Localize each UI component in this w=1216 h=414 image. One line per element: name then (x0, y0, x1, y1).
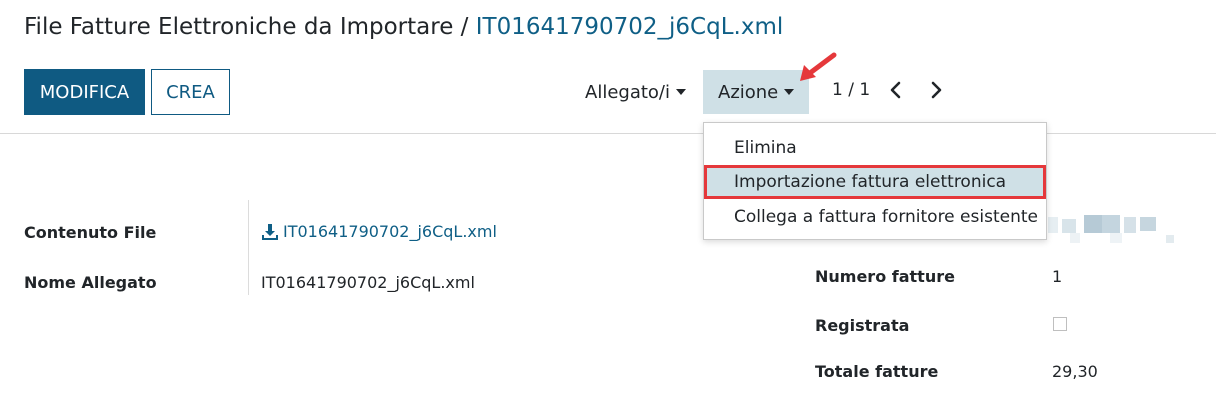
action-menu: Elimina Importazione fattura elettronica… (703, 122, 1047, 240)
edit-button[interactable]: MODIFICA (24, 69, 145, 115)
file-download-link[interactable]: IT01641790702_j6CqL.xml (261, 222, 497, 241)
attachments-label: Allegato/i (585, 81, 670, 103)
menu-item-delete[interactable]: Elimina (704, 131, 1046, 165)
registered-checkbox[interactable] (1053, 317, 1067, 331)
file-content-label: Contenuto File (24, 223, 157, 242)
invoice-count-value: 1 (1052, 267, 1063, 286)
attachment-name-value: IT01641790702_j6CqL.xml (261, 273, 475, 292)
attachment-name-label: Nome Allegato (24, 273, 157, 292)
download-icon (262, 223, 278, 240)
pointer-arrow-icon (800, 52, 837, 81)
pager-value[interactable]: 1 / 1 (832, 80, 870, 100)
caret-down-icon (784, 89, 795, 95)
caret-down-icon (675, 89, 686, 95)
invoice-total-label: Totale fatture (815, 362, 939, 381)
breadcrumb-parent[interactable]: File Fatture Elettroniche da Importare (24, 14, 453, 40)
breadcrumb-current: IT01641790702_j6CqL.xml (475, 14, 784, 40)
registered-label: Registrata (815, 316, 910, 335)
action-dropdown[interactable]: Azione (703, 70, 809, 114)
chevron-left-icon[interactable] (884, 78, 908, 102)
file-download-name: IT01641790702_j6CqL.xml (283, 222, 497, 241)
breadcrumb: File Fatture Elettroniche da Importare /… (24, 14, 783, 40)
create-button[interactable]: CREA (151, 69, 230, 115)
menu-item-link-supplier-invoice[interactable]: Collega a fattura fornitore esistente (704, 200, 1046, 234)
invoice-total-value: 29,30 (1052, 362, 1098, 381)
menu-item-import-einvoice[interactable]: Importazione fattura elettronica (704, 165, 1046, 199)
attachments-dropdown[interactable]: Allegato/i (585, 70, 686, 114)
invoice-count-label: Numero fatture (815, 267, 955, 286)
action-label: Azione (718, 81, 779, 103)
blurred-value (1048, 215, 1174, 243)
chevron-right-icon[interactable] (924, 78, 948, 102)
breadcrumb-separator: / (460, 14, 469, 40)
column-separator (248, 200, 249, 295)
